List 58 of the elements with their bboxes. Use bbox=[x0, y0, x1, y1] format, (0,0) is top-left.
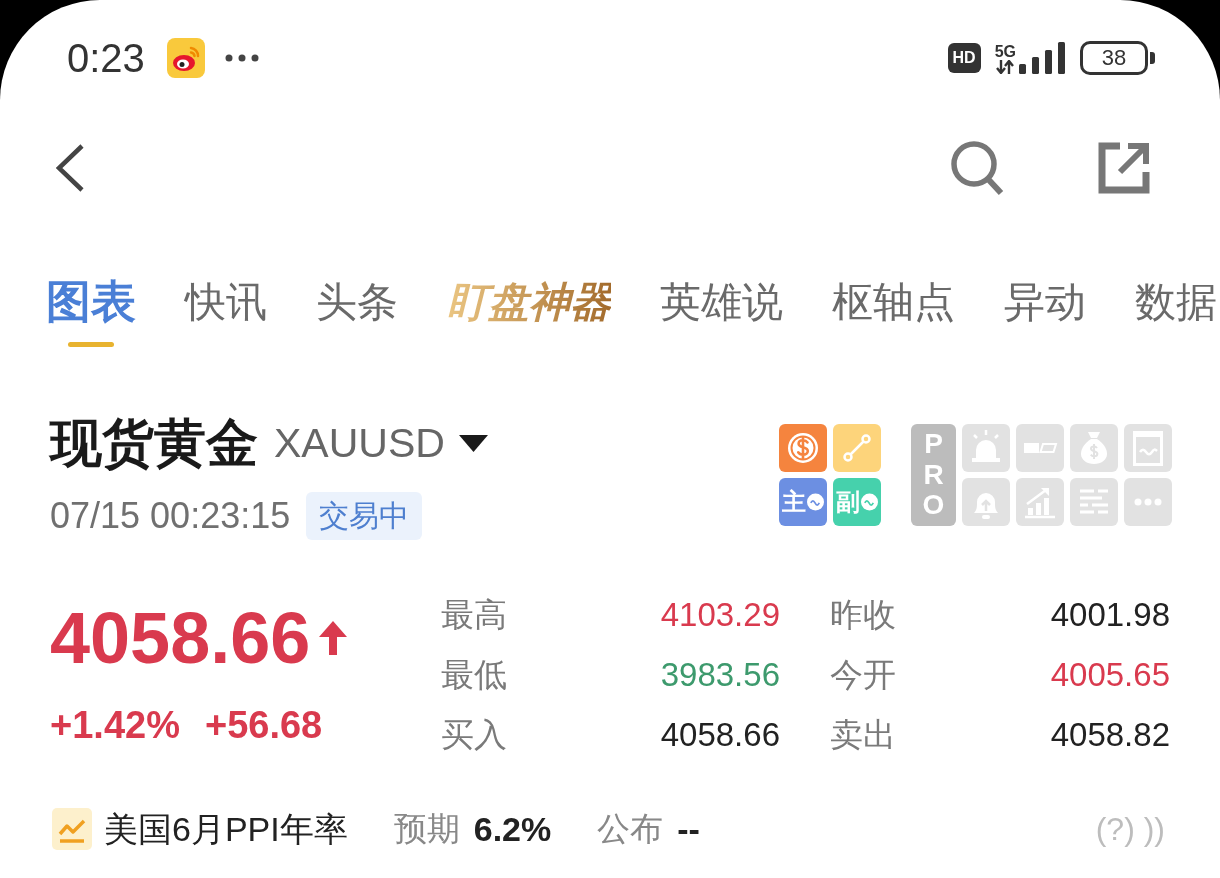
stat-value: 4058.82 bbox=[1050, 715, 1170, 755]
clock-time: 0:23 bbox=[67, 36, 145, 80]
change-percent: +1.42% bbox=[50, 703, 180, 747]
battery-indicator: 38 bbox=[1080, 41, 1148, 75]
network-type: 5G bbox=[994, 44, 1016, 60]
wave-icon bbox=[861, 493, 878, 511]
tab[interactable]: 枢轴点 bbox=[832, 280, 955, 347]
line-chart-icon bbox=[52, 808, 92, 850]
dollar-coin-icon[interactable] bbox=[779, 424, 827, 472]
actual-value: -- bbox=[677, 808, 700, 850]
stat-label: 买入 bbox=[441, 715, 507, 755]
growth-chart-icon[interactable] bbox=[1016, 478, 1064, 526]
stat-value: 3983.56 bbox=[660, 655, 780, 695]
clipboard-chart-icon[interactable] bbox=[1124, 424, 1172, 472]
forecast-value: 6.2% bbox=[473, 808, 552, 850]
more-notifications-icon bbox=[224, 54, 259, 62]
data-arrows-icon bbox=[996, 60, 1015, 74]
more-icon[interactable] bbox=[1124, 478, 1172, 526]
signal-icon bbox=[1019, 42, 1065, 74]
wave-icon bbox=[807, 493, 824, 511]
blocks-icon[interactable] bbox=[1016, 424, 1064, 472]
app-notification-icon bbox=[166, 38, 205, 78]
stat-label: 今开 bbox=[830, 655, 896, 695]
stat-value: 4103.29 bbox=[660, 595, 780, 635]
bell-icon[interactable] bbox=[962, 478, 1010, 526]
change-amount: +56.68 bbox=[204, 703, 323, 747]
quote-time: 07/15 00:23:15 bbox=[50, 494, 291, 538]
list-icon[interactable] bbox=[1070, 478, 1118, 526]
event-title: 美国6月PPI年率 bbox=[104, 808, 348, 850]
line-tool-icon[interactable] bbox=[833, 424, 881, 472]
actual-label: 公布 bbox=[597, 809, 664, 850]
caret-icon[interactable] bbox=[458, 434, 488, 452]
stat-label: 最高 bbox=[441, 595, 507, 635]
hd-badge: HD bbox=[947, 43, 981, 73]
stat-label: 卖出 bbox=[830, 715, 896, 755]
stat-label: 昨收 bbox=[830, 595, 896, 635]
tab[interactable]: 图表 bbox=[46, 280, 136, 347]
back-icon[interactable] bbox=[55, 143, 85, 193]
stat-value: 4005.65 bbox=[1050, 655, 1170, 695]
tab[interactable]: 头条 bbox=[316, 280, 398, 347]
stat-value: 4001.98 bbox=[1050, 595, 1170, 635]
last-price: 4058.66 bbox=[50, 598, 311, 678]
tab[interactable]: 英雄说 bbox=[660, 280, 783, 347]
tab[interactable]: 数据 bbox=[1135, 280, 1217, 347]
search-icon[interactable] bbox=[950, 140, 1004, 196]
siren-icon[interactable] bbox=[962, 424, 1010, 472]
stat-label: 最低 bbox=[441, 655, 507, 695]
stat-value: 4058.66 bbox=[660, 715, 780, 755]
money-bag-icon[interactable] bbox=[1070, 424, 1118, 472]
tab[interactable]: 快讯 bbox=[185, 280, 267, 347]
trading-status-tag: 交易中 bbox=[306, 492, 423, 540]
indicator-button[interactable]: 主 bbox=[779, 478, 827, 526]
forecast-label: 预期 bbox=[393, 809, 460, 850]
faded-text: (?) )) bbox=[1095, 810, 1165, 849]
instrument-name: 现货黄金 bbox=[50, 415, 258, 471]
share-icon[interactable] bbox=[1096, 140, 1152, 196]
tab[interactable]: 异动 bbox=[1004, 280, 1086, 347]
instrument-symbol: XAUUSD bbox=[274, 419, 445, 468]
